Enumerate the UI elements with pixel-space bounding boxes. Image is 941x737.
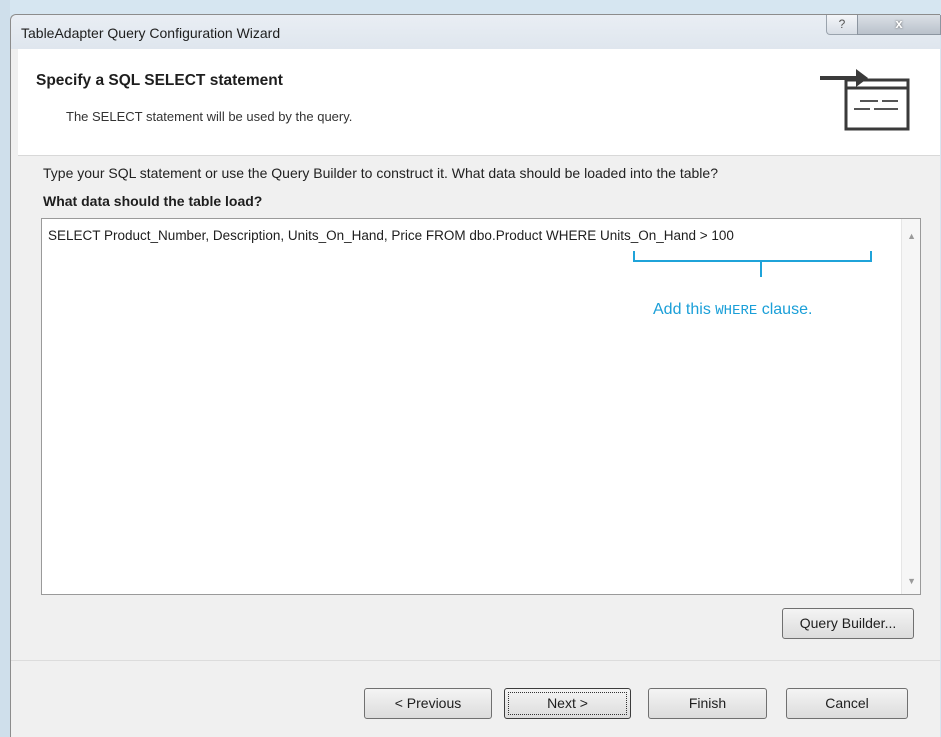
- sql-statement-textarea[interactable]: SELECT Product_Number, Description, Unit…: [41, 218, 921, 595]
- annotation-prefix: Add this: [653, 301, 716, 318]
- sql-prompt-label: What data should the table load?: [43, 193, 263, 209]
- sql-statement-arrow-icon: [820, 69, 910, 131]
- finish-button[interactable]: Finish: [648, 688, 767, 719]
- chevron-up-icon[interactable]: ▲: [907, 231, 916, 241]
- page-subtitle: The SELECT statement will be used by the…: [66, 109, 353, 124]
- sql-statement-text: SELECT Product_Number, Description, Unit…: [48, 228, 734, 243]
- annotation-code: WHERE: [715, 303, 758, 319]
- next-button[interactable]: Next >: [504, 688, 631, 719]
- close-button[interactable]: x: [857, 15, 941, 35]
- annotation-bracket: [633, 251, 872, 262]
- title-bar: TableAdapter Query Configuration Wizard …: [11, 15, 941, 49]
- background-edge: [0, 0, 10, 737]
- page-title: Specify a SQL SELECT statement: [36, 72, 283, 89]
- wizard-header: Specify a SQL SELECT statement The SELEC…: [18, 49, 940, 156]
- help-button[interactable]: ?: [826, 15, 858, 35]
- footer-divider: [11, 660, 940, 661]
- window-title: TableAdapter Query Configuration Wizard: [21, 25, 281, 41]
- focus-ring: [508, 692, 627, 715]
- instruction-text: Type your SQL statement or use the Query…: [43, 165, 718, 181]
- cancel-button[interactable]: Cancel: [786, 688, 908, 719]
- previous-button[interactable]: < Previous: [364, 688, 492, 719]
- wizard-window: TableAdapter Query Configuration Wizard …: [10, 14, 941, 737]
- query-builder-button[interactable]: Query Builder...: [782, 608, 914, 639]
- annotation-suffix: clause.: [757, 301, 813, 318]
- chevron-down-icon[interactable]: ▼: [907, 576, 916, 586]
- annotation-connector: [760, 261, 762, 277]
- vertical-scrollbar[interactable]: ▲ ▼: [901, 219, 920, 594]
- annotation-label: Add this WHERE clause.: [653, 301, 812, 319]
